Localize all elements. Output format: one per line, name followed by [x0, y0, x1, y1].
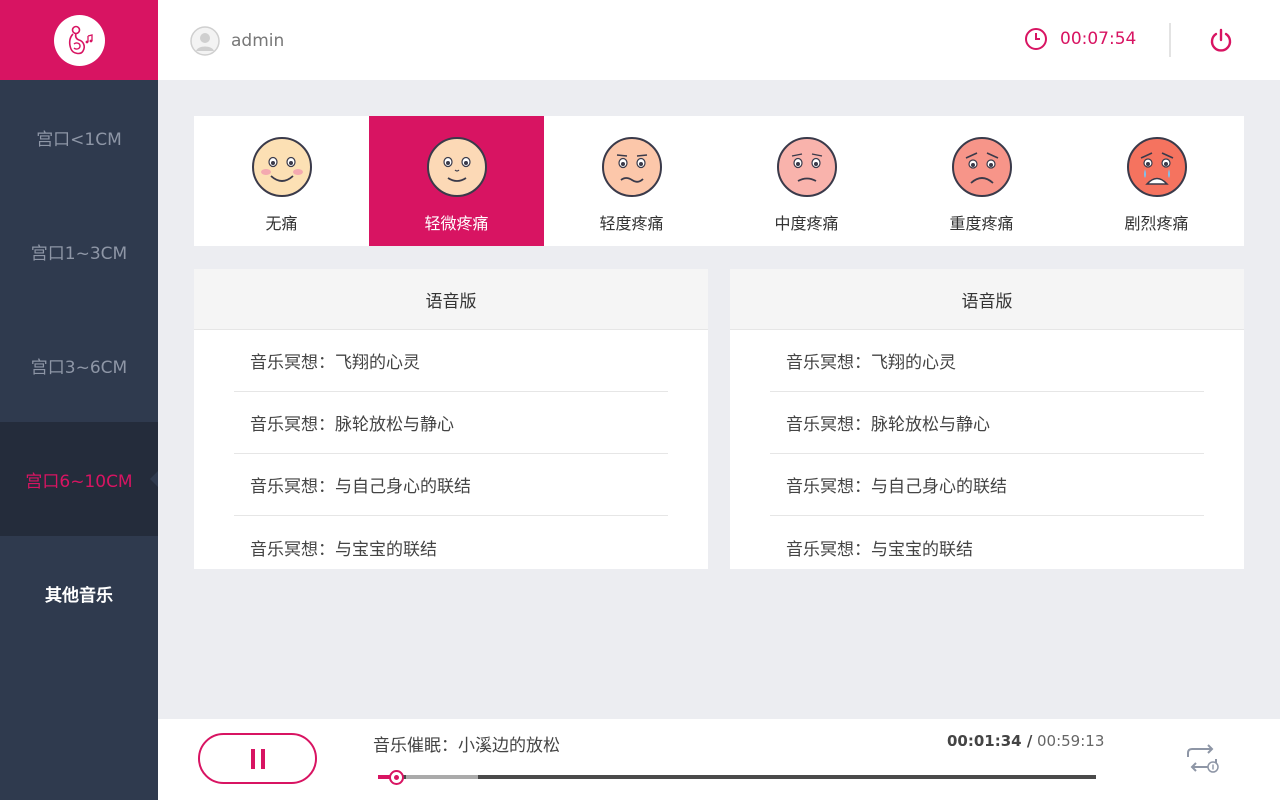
sidebar-item-label: 其他音乐: [45, 585, 113, 606]
user-info[interactable]: admin: [190, 26, 284, 56]
crying-face-icon: [1126, 137, 1187, 197]
moderate-pain-face-icon: [776, 137, 837, 197]
avatar-icon: [190, 26, 220, 56]
progress-buffer: [406, 775, 478, 779]
now-playing-title: 音乐催眠：小溪边的放松: [373, 736, 560, 756]
power-button[interactable]: [1208, 27, 1234, 53]
repeat-button[interactable]: [1182, 743, 1222, 775]
pain-label: 重度疼痛: [949, 214, 1014, 233]
session-timer: 00:07:54: [1024, 27, 1136, 51]
list-item[interactable]: 音乐冥想：脉轮放松与静心: [234, 392, 668, 454]
list-item[interactable]: 音乐冥想：飞翔的心灵: [770, 330, 1204, 392]
list-item[interactable]: 音乐冥想：与宝宝的联结: [234, 516, 668, 569]
pain-label: 轻度疼痛: [599, 214, 664, 233]
sidebar: 宫口<1CM 宫口1~3CM 宫口3~6CM 宫口6~10CM 其他音乐: [0, 0, 158, 800]
repeat-one-icon: [1187, 744, 1219, 773]
list-item[interactable]: 音乐冥想：飞翔的心灵: [234, 330, 668, 392]
slight-smile-face-icon: [426, 137, 487, 197]
pain-option-extreme[interactable]: 剧烈疼痛: [1069, 116, 1244, 246]
pause-button[interactable]: [198, 733, 317, 784]
progress-track[interactable]: [378, 775, 1096, 779]
pain-label: 轻微疼痛: [424, 214, 489, 233]
panel-title: 语音版: [194, 269, 708, 330]
list-item[interactable]: 音乐冥想：与自己身心的联结: [770, 454, 1204, 516]
pain-option-mild[interactable]: 轻度疼痛: [544, 116, 719, 246]
total-time: 00:59:13: [1037, 732, 1105, 750]
sidebar-item-dilation-lt1[interactable]: 宫口<1CM: [0, 80, 158, 194]
list-item[interactable]: 音乐冥想：与自己身心的联结: [234, 454, 668, 516]
pain-scale-bar: 无痛 轻微疼痛 轻度疼痛 中度疼痛 重度疼痛 剧烈疼痛: [194, 116, 1244, 246]
pause-icon: [250, 748, 265, 769]
audio-player: 音乐催眠：小溪边的放松 00:01:34 / 00:59:13: [158, 719, 1280, 800]
sidebar-item-dilation-1-3[interactable]: 宫口1~3CM: [0, 194, 158, 308]
pain-option-severe[interactable]: 重度疼痛: [894, 116, 1069, 246]
severe-pain-face-icon: [951, 137, 1012, 197]
progress-handle[interactable]: [389, 770, 404, 785]
list-item[interactable]: 音乐冥想：与宝宝的联结: [770, 516, 1204, 569]
pain-option-none[interactable]: 无痛: [194, 116, 369, 246]
smile-face-icon: [251, 137, 312, 197]
sidebar-item-label: 宫口1~3CM: [30, 243, 128, 264]
pain-label: 剧烈疼痛: [1124, 214, 1189, 233]
sidebar-item-label: 宫口3~6CM: [30, 357, 128, 378]
list-item[interactable]: 音乐冥想：脉轮放松与静心: [770, 392, 1204, 454]
header: admin 00:07:54: [158, 0, 1280, 80]
sidebar-item-dilation-6-10[interactable]: 宫口6~10CM: [0, 422, 158, 536]
pain-option-moderate[interactable]: 中度疼痛: [719, 116, 894, 246]
username: admin: [231, 31, 285, 51]
mild-pain-face-icon: [601, 137, 662, 197]
pain-label: 中度疼痛: [774, 214, 839, 233]
sidebar-item-label: 宫口6~10CM: [25, 471, 133, 492]
sidebar-item-dilation-3-6[interactable]: 宫口3~6CM: [0, 308, 158, 422]
track-panel-left: 语音版 音乐冥想：飞翔的心灵 音乐冥想：脉轮放松与静心 音乐冥想：与自己身心的联…: [194, 269, 708, 569]
pain-label: 无痛: [265, 214, 298, 233]
power-icon: [1210, 28, 1232, 52]
track-panel-right: 语音版 音乐冥想：飞翔的心灵 音乐冥想：脉轮放松与静心 音乐冥想：与自己身心的联…: [730, 269, 1244, 569]
pregnant-woman-logo-icon: [53, 14, 105, 66]
current-time: 00:01:34 /: [947, 732, 1033, 750]
app-logo-area: [0, 0, 158, 80]
header-divider: [1169, 23, 1171, 57]
timer-text: 00:07:54: [1060, 29, 1137, 49]
pain-option-slight[interactable]: 轻微疼痛: [369, 116, 544, 246]
panel-title: 语音版: [730, 269, 1244, 330]
clock-icon: [1025, 28, 1047, 50]
sidebar-item-other-music[interactable]: 其他音乐: [0, 536, 158, 650]
sidebar-item-label: 宫口<1CM: [36, 129, 122, 150]
